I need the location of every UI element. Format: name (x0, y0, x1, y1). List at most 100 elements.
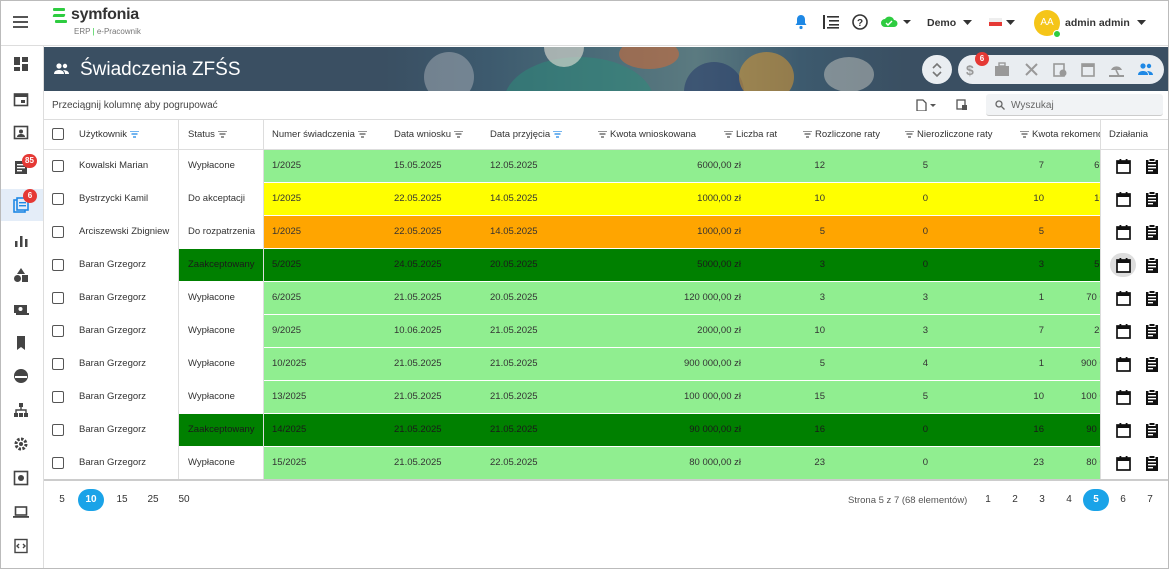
column-header-amount-recommended[interactable]: Kwota rekomendowana (1020, 120, 1100, 150)
help-icon[interactable]: ? (852, 14, 868, 33)
page-size-option[interactable]: 5 (49, 489, 75, 511)
calendar-action-icon[interactable] (1110, 385, 1136, 409)
details-action-icon[interactable] (1145, 422, 1159, 441)
page-number[interactable]: 7 (1137, 489, 1163, 511)
table-row[interactable]: Baran Grzegorz Wypłacone 10/2025 21.05.2025… (44, 348, 1168, 381)
search-input[interactable]: Wyszukaj (986, 94, 1163, 116)
table-row[interactable]: Baran Grzegorz Zaakceptowany 14/2025 21.05.… (44, 414, 1168, 447)
column-header-user[interactable]: Użytkownik (79, 120, 140, 150)
clipboard-clock-icon[interactable] (1053, 62, 1067, 77)
row-checkbox[interactable] (52, 160, 64, 172)
menu-icon[interactable] (13, 16, 28, 28)
table-row[interactable]: Baran Grzegorz Wypłacone 6/2025 21.05.2025 2… (44, 282, 1168, 315)
gear-icon[interactable] (13, 436, 31, 454)
page-number[interactable]: 2 (1002, 489, 1028, 511)
language-selector[interactable] (989, 18, 1015, 30)
page-size-option[interactable]: 25 (140, 489, 166, 511)
badge-id-icon[interactable] (13, 124, 31, 142)
calendar-action-icon[interactable] (1110, 286, 1136, 310)
details-action-icon[interactable] (1145, 224, 1159, 243)
row-checkbox[interactable] (52, 226, 64, 238)
export-icon[interactable] (916, 99, 936, 111)
bell-icon[interactable] (794, 14, 808, 33)
row-checkbox[interactable] (52, 292, 64, 304)
calendar-icon[interactable] (13, 91, 31, 109)
calendar-action-icon[interactable] (1110, 220, 1136, 244)
column-header-amount-requested[interactable]: Kwota wnioskowana (598, 120, 696, 150)
table-row[interactable]: Baran Grzegorz Wypłacone 9/2025 10.06.2025 2… (44, 315, 1168, 348)
collapse-toggle[interactable] (922, 55, 952, 84)
page-number[interactable]: 1 (975, 489, 1001, 511)
details-action-icon[interactable] (1145, 290, 1159, 309)
calendar-action-icon[interactable] (1110, 352, 1136, 376)
calendar-action-icon[interactable] (1110, 154, 1136, 178)
row-checkbox[interactable] (52, 457, 64, 469)
cell-rec: 2000,00 zł (1094, 325, 1100, 336)
payments-icon[interactable] (13, 301, 31, 319)
org-chart-icon[interactable] (13, 402, 31, 420)
page-size-option[interactable]: 50 (171, 489, 197, 511)
table-row[interactable]: Baran Grzegorz Zaakceptowany 5/2025 24.05.2… (44, 249, 1168, 282)
tools-icon[interactable] (1024, 62, 1039, 77)
settings-box-icon[interactable] (13, 470, 31, 488)
column-header-number[interactable]: Numer świadczenia (272, 120, 367, 150)
column-header-date-accepted[interactable]: Data przyjęcia (490, 120, 563, 150)
calendar-action-icon[interactable] (1110, 253, 1136, 277)
shapes-icon[interactable] (13, 267, 31, 285)
status-badge: Wypłacone (188, 160, 235, 171)
table-row[interactable]: Baran Grzegorz Wypłacone 13/2025 21.05.2025… (44, 381, 1168, 414)
row-checkbox[interactable] (52, 424, 64, 436)
calendar-small-icon[interactable] (1081, 62, 1095, 77)
column-header-unsettled[interactable]: Nierozliczone raty (905, 120, 993, 150)
details-action-icon[interactable] (1145, 323, 1159, 342)
row-checkbox[interactable] (52, 325, 64, 337)
people-active-icon[interactable] (1138, 63, 1154, 75)
row-checkbox[interactable] (52, 259, 64, 271)
table-row[interactable]: Baran Grzegorz Wypłacone 15/2025 21.05.2025… (44, 447, 1168, 479)
page-number[interactable]: 6 (1110, 489, 1136, 511)
calendar-action-icon[interactable] (1110, 319, 1136, 343)
pie-icon[interactable] (13, 368, 31, 386)
benefits-table: Użytkownik Status Numer świadczenia Data… (44, 119, 1168, 479)
row-checkbox[interactable] (52, 358, 64, 370)
beach-icon[interactable] (1109, 62, 1124, 77)
column-header-rates[interactable]: Liczba rat (724, 120, 777, 150)
user-menu[interactable]: admin admin (1065, 17, 1146, 29)
laptop-icon[interactable] (13, 504, 31, 522)
cell-date_app: 10.06.2025 (394, 325, 442, 336)
page-size-option[interactable]: 15 (109, 489, 135, 511)
details-action-icon[interactable] (1145, 356, 1159, 375)
row-checkbox[interactable] (52, 193, 64, 205)
cell-settled: 0 (922, 424, 928, 435)
column-header-date-application[interactable]: Data wniosku (394, 120, 464, 150)
details-action-icon[interactable] (1145, 389, 1159, 408)
briefcase-icon[interactable] (994, 62, 1010, 77)
page-number[interactable]: 3 (1029, 489, 1055, 511)
sync-status-icon[interactable] (880, 16, 912, 31)
tasks-list-icon[interactable] (823, 14, 839, 33)
details-action-icon[interactable] (1145, 455, 1159, 474)
table-row[interactable]: Arciszewski Zbigniew Do rozpatrzenia 1/202… (44, 216, 1168, 249)
table-row[interactable]: Kowalski Marian Wypłacone 1/2025 15.05.2025… (44, 150, 1168, 183)
page-number[interactable]: 5 (1083, 489, 1109, 511)
page-number[interactable]: 4 (1056, 489, 1082, 511)
calendar-action-icon[interactable] (1110, 187, 1136, 211)
column-chooser-icon[interactable] (956, 99, 968, 111)
select-all-checkbox[interactable] (52, 128, 64, 140)
calendar-action-icon[interactable] (1110, 418, 1136, 442)
column-header-status[interactable]: Status (188, 120, 227, 150)
page-size-option[interactable]: 10 (78, 489, 104, 511)
bar-chart-icon[interactable] (13, 233, 31, 251)
details-action-icon[interactable] (1145, 191, 1159, 210)
details-action-icon[interactable] (1145, 158, 1159, 177)
code-icon[interactable] (13, 538, 31, 556)
details-action-icon[interactable] (1145, 257, 1159, 276)
company-selector[interactable]: Demo (927, 17, 973, 29)
bookmark-icon[interactable] (13, 335, 31, 353)
row-checkbox[interactable] (52, 391, 64, 403)
dollar-icon[interactable]: $ (966, 62, 974, 78)
calendar-action-icon[interactable] (1110, 451, 1136, 475)
table-row[interactable]: Bystrzycki Kamil Do akceptacji 1/2025 22.05… (44, 183, 1168, 216)
dashboard-icon[interactable] (13, 56, 31, 74)
column-header-settled[interactable]: Rozliczone raty (803, 120, 880, 150)
